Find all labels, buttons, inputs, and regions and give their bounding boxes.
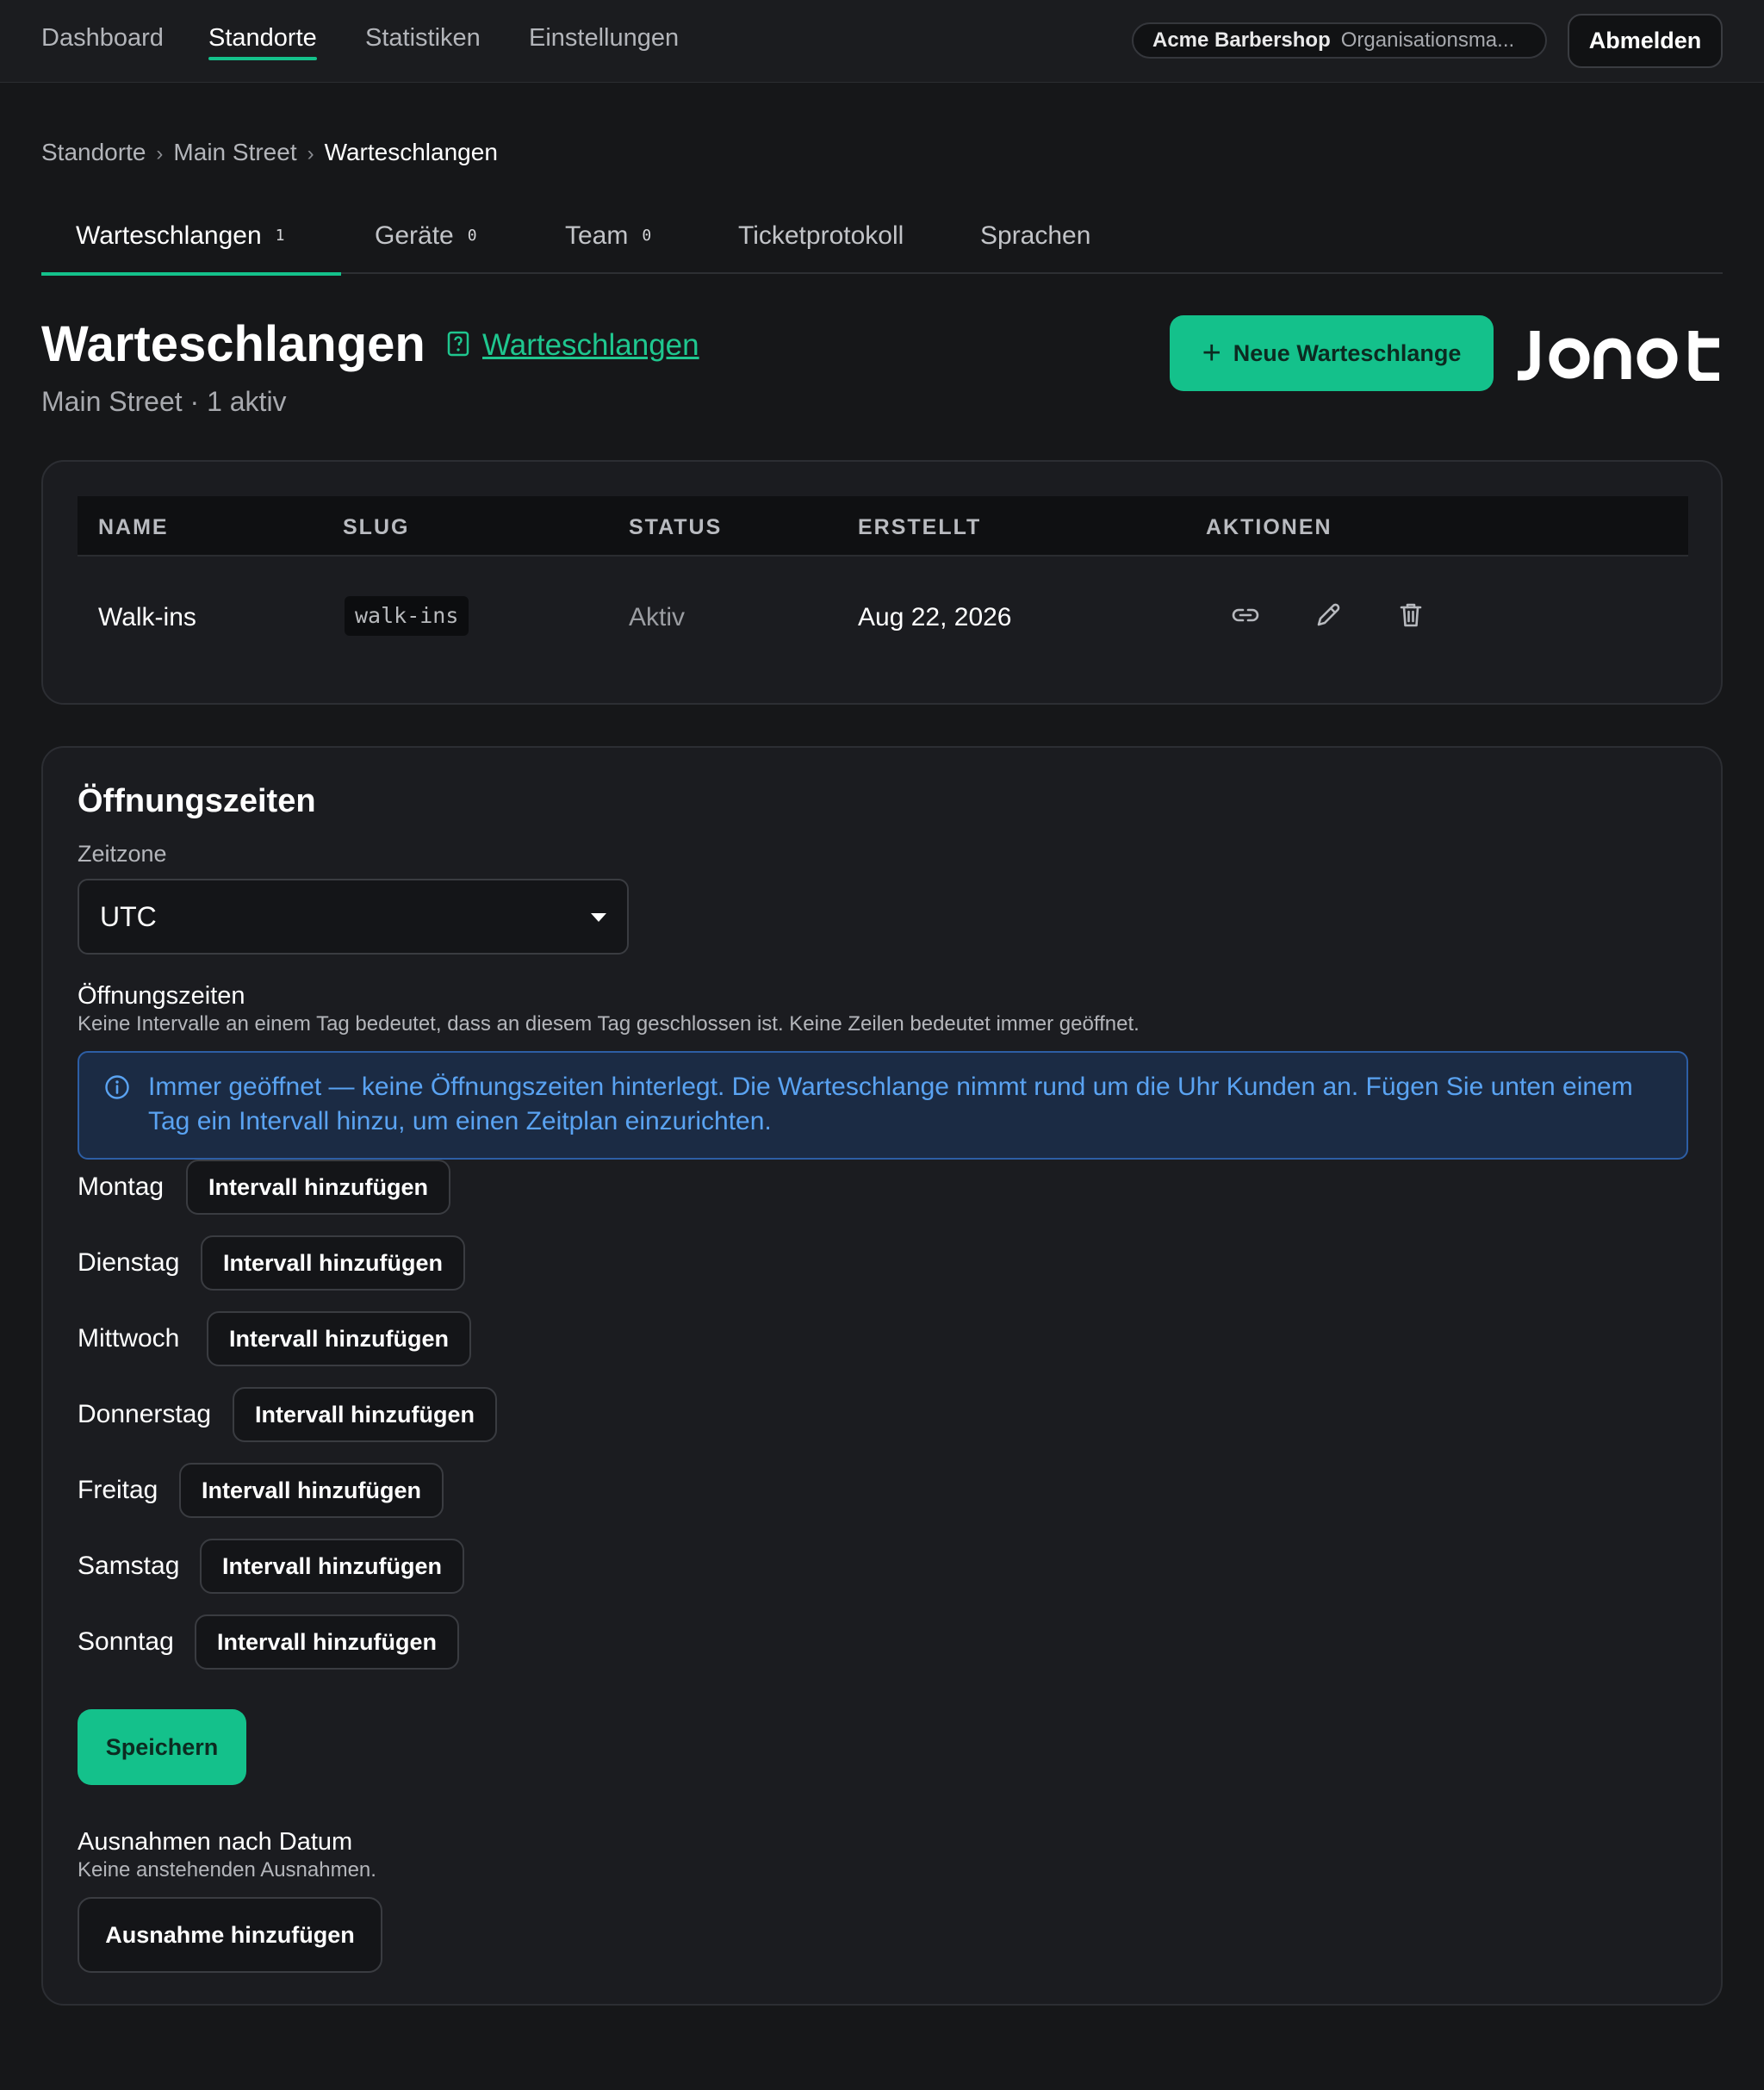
new-queue-button[interactable]: + Neue Warteschlange [1170,315,1494,391]
info-text: Immer geöffnet — keine Öffnungszeiten hi… [148,1073,1633,1135]
queues-table-card: NAME SLUG STATUS ERSTELLT AKTIONEN Walk-… [41,460,1723,705]
page-title: Warteschlangen [41,316,425,372]
nav-standorte[interactable]: Standorte [208,22,317,60]
column-header-actions: AKTIONEN [1206,515,1332,539]
column-header-created: ERSTELLT [858,515,982,539]
opening-hours-title: Öffnungszeiten [78,783,316,819]
day-label: Montag [78,1173,165,1201]
add-exception-button[interactable]: Ausnahme hinzufügen [78,1897,382,1973]
logout-button[interactable]: Abmelden [1568,14,1723,68]
exceptions-help: Keine anstehenden Ausnahmen. [78,1858,376,1882]
timezone-select[interactable]: UTC [78,879,629,955]
breadcrumb-current: Warteschlangen [324,139,498,165]
day-label: Sonntag [78,1627,174,1656]
tab-team[interactable]: Team 0 [565,219,651,274]
tab-count: 0 [467,227,477,245]
add-interval-button[interactable]: Intervall hinzufügen [200,1539,465,1594]
organization-role: Organisationsma... [1340,28,1515,52]
add-interval-button[interactable]: Intervall hinzufügen [179,1463,444,1518]
add-interval-button[interactable]: Intervall hinzufügen [195,1614,460,1670]
location-tabs: Warteschlangen 1 Geräte 0 Team 0 Ticketprot… [41,207,1723,276]
nav-dashboard[interactable]: Dashboard [41,22,164,53]
tab-count: 1 [275,227,285,245]
tab-label: Geräte [375,221,454,250]
tab-warteschlangen[interactable]: Warteschlangen 1 [41,219,341,276]
nav-einstellungen[interactable]: Einstellungen [529,22,679,53]
help-link[interactable]: Warteschlangen [482,327,699,364]
opening-hours-card: Öffnungszeiten Zeitzone UTC Öffnungszeit… [41,746,1723,2006]
add-interval-button[interactable]: Intervall hinzufügen [233,1387,498,1442]
queue-status: Aktiv [629,603,686,631]
trash-icon[interactable] [1395,600,1426,631]
add-interval-button[interactable]: Intervall hinzufügen [201,1235,466,1291]
help-doc-icon [447,331,469,357]
top-navbar: Dashboard Standorte Statistiken Einstell… [0,0,1764,83]
plus-icon: + [1202,335,1221,371]
tab-sprachen[interactable]: Sprachen [980,219,1090,274]
organization-name: Acme Barbershop [1152,28,1331,52]
tab-label: Ticketprotokoll [738,221,904,250]
add-interval-button[interactable]: Intervall hinzufügen [186,1160,451,1215]
queue-created: Aug 22, 2026 [858,603,1012,631]
tab-label: Warteschlangen [76,221,262,250]
timezone-value: UTC [100,901,157,932]
breadcrumb-separator-icon: › [307,142,314,165]
column-header-slug: SLUG [343,515,410,539]
hours-section-help: Keine Intervalle an einem Tag bedeutet, … [78,1012,1140,1036]
link-icon[interactable] [1230,600,1261,631]
day-label: Donnerstag [78,1400,212,1428]
brand-logo [1518,331,1719,381]
queue-name: Walk-ins [98,603,196,631]
tab-geraete[interactable]: Geräte 0 [375,219,477,274]
column-header-name: NAME [98,515,169,539]
tab-label: Sprachen [980,221,1091,250]
day-label: Samstag [78,1552,180,1580]
page-subtitle: Main Street · 1 aktiv [41,386,287,417]
day-label: Mittwoch [78,1324,180,1353]
organization-switcher[interactable]: Acme Barbershop Organisationsma... [1132,22,1547,59]
exceptions-label: Ausnahmen nach Datum [78,1828,353,1856]
nav-statistiken[interactable]: Statistiken [365,22,481,53]
breadcrumb-standorte[interactable]: Standorte [41,139,146,165]
pencil-icon[interactable] [1313,600,1344,631]
breadcrumb-main-street[interactable]: Main Street [173,139,296,165]
add-interval-button[interactable]: Intervall hinzufügen [207,1311,472,1366]
tab-count: 0 [642,227,652,245]
breadcrumb-separator-icon: › [156,142,164,165]
tab-label: Team [565,221,629,250]
day-label: Dienstag [78,1248,180,1277]
hours-section-label: Öffnungszeiten [78,982,245,1010]
timezone-label: Zeitzone [78,841,167,867]
tab-ticketprotokoll[interactable]: Ticketprotokoll [738,219,904,274]
info-icon [105,1075,129,1099]
new-queue-label: Neue Warteschlange [1233,340,1462,366]
always-open-info-alert: Immer geöffnet — keine Öffnungszeiten hi… [78,1051,1688,1160]
breadcrumb: Standorte › Main Street › Warteschlangen [41,138,498,169]
caret-down-icon [591,913,606,922]
day-label: Freitag [78,1476,158,1504]
queue-slug: walk-ins [345,596,469,636]
table-header: NAME SLUG STATUS ERSTELLT AKTIONEN [78,496,1688,557]
column-header-status: STATUS [629,515,723,539]
save-button[interactable]: Speichern [78,1709,246,1785]
